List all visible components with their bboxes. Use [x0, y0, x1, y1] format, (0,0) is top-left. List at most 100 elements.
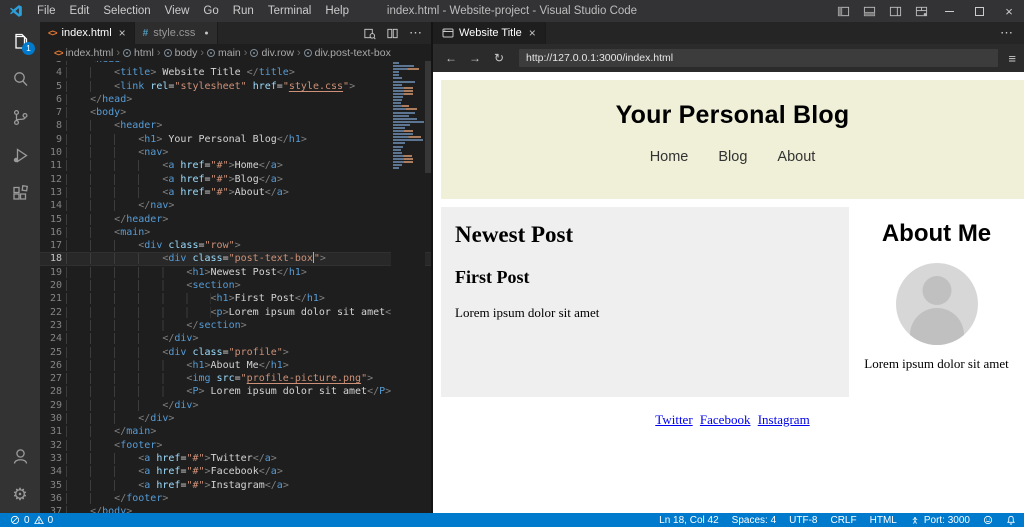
menu-help[interactable]: Help — [318, 5, 356, 17]
code-line-16[interactable]: 16 <main> — [40, 226, 431, 239]
close-window-button[interactable]: × — [994, 0, 1024, 22]
code-line-4[interactable]: 4 <title> Website Title </title> — [40, 66, 431, 79]
toggle-panel-icon[interactable] — [856, 0, 882, 22]
code-line-23[interactable]: 23 </section> — [40, 319, 431, 332]
code-line-11[interactable]: 11 <a href="#">Home</a> — [40, 159, 431, 172]
tab-index-html[interactable]: <> index.html × — [40, 22, 135, 44]
status-spaces-4[interactable]: Spaces: 4 — [732, 515, 776, 526]
sidebar-item-search[interactable] — [0, 60, 40, 98]
code-line-21[interactable]: 21 <h1>First Post</h1> — [40, 292, 431, 305]
code-line-13[interactable]: 13 <a href="#">About</a> — [40, 186, 431, 199]
menu-run[interactable]: Run — [226, 5, 261, 17]
code-line-26[interactable]: 26 <h1>About Me</h1> — [40, 359, 431, 372]
footer-link-twitter[interactable]: Twitter — [655, 412, 692, 427]
status-html[interactable]: HTML — [870, 515, 897, 526]
footer-link-instagram[interactable]: Instagram — [758, 412, 810, 427]
code-line-32[interactable]: 32 <footer> — [40, 439, 431, 452]
code-line-10[interactable]: 10 <nav> — [40, 146, 431, 159]
code-line-30[interactable]: 30 </div> — [40, 412, 431, 425]
menu-go[interactable]: Go — [196, 5, 225, 17]
feedback-icon[interactable] — [983, 515, 993, 525]
code-editor[interactable]: 3 <head>4 <title> Website Title </title>… — [40, 61, 431, 513]
sidebar-item-extensions[interactable] — [0, 174, 40, 212]
breadcrumb-html[interactable]: html — [123, 47, 154, 59]
sidebar-item-run-debug[interactable] — [0, 136, 40, 174]
code-line-25[interactable]: 25 <div class="profile"> — [40, 346, 431, 359]
footer-link-facebook[interactable]: Facebook — [700, 412, 751, 427]
code-line-19[interactable]: 19 <h1>Newest Post</h1> — [40, 266, 431, 279]
reload-icon[interactable]: ↻ — [489, 51, 509, 65]
menu-selection[interactable]: Selection — [96, 5, 157, 17]
minimap-line — [393, 133, 413, 135]
code-line-33[interactable]: 33 <a href="#">Twitter</a> — [40, 452, 431, 465]
breadcrumb-index-html[interactable]: <>index.html — [54, 47, 113, 59]
browser-menu-icon[interactable]: ≡ — [1008, 51, 1016, 66]
close-icon[interactable]: × — [529, 26, 536, 40]
menu-view[interactable]: View — [158, 5, 197, 17]
bell-icon[interactable] — [1006, 515, 1016, 525]
status-port-3000[interactable]: Port: 3000 — [910, 515, 970, 526]
code-line-17[interactable]: 17 <div class="row"> — [40, 239, 431, 252]
menu-terminal[interactable]: Terminal — [261, 5, 318, 17]
code-text: <h1>First Post</h1> — [66, 292, 325, 305]
accounts-button[interactable] — [0, 437, 40, 475]
code-line-22[interactable]: 22 <p>Lorem ipsum dolor sit amet</p> — [40, 306, 431, 319]
open-preview-icon[interactable] — [363, 27, 376, 40]
code-line-31[interactable]: 31 </main> — [40, 425, 431, 438]
toggle-secondary-sidebar-icon[interactable] — [882, 0, 908, 22]
forward-icon[interactable]: → — [465, 51, 485, 65]
page-nav-about[interactable]: About — [777, 149, 815, 165]
customize-layout-icon[interactable] — [908, 0, 934, 22]
tab-style-css[interactable]: # style.css ● — [135, 22, 218, 44]
close-icon[interactable]: × — [119, 26, 126, 40]
menu-edit[interactable]: Edit — [63, 5, 97, 17]
breadcrumb-div-row[interactable]: div.row — [250, 47, 293, 59]
code-line-9[interactable]: 9 <h1> Your Personal Blog</h1> — [40, 133, 431, 146]
back-icon[interactable]: ← — [441, 51, 461, 65]
breadcrumb-div-post-text-box[interactable]: div.post-text-box — [304, 47, 391, 59]
problems-status[interactable]: 0 0 — [10, 515, 53, 526]
settings-button[interactable]: ⚙ — [0, 475, 40, 513]
page-nav-home[interactable]: Home — [650, 149, 689, 165]
code-line-8[interactable]: 8 <header> — [40, 119, 431, 132]
status-ln-18-col-42[interactable]: Ln 18, Col 42 — [659, 515, 719, 526]
symbol-element-icon — [207, 49, 215, 57]
code-line-27[interactable]: 27 <img src="profile-picture.png"> — [40, 372, 431, 385]
code-line-15[interactable]: 15 </header> — [40, 213, 431, 226]
code-line-37[interactable]: 37 </body> — [40, 505, 431, 513]
minimize-button[interactable] — [934, 0, 964, 22]
minimap[interactable] — [391, 61, 425, 513]
more-actions-icon[interactable]: ⋯ — [409, 25, 423, 41]
code-line-28[interactable]: 28 <P> Lorem ipsum dolor sit amet</P> — [40, 385, 431, 398]
code-text: </body> — [66, 505, 132, 513]
code-line-6[interactable]: 6 </head> — [40, 93, 431, 106]
editor-scrollbar[interactable] — [425, 61, 431, 173]
sidebar-item-explorer[interactable]: 1 — [0, 22, 40, 60]
code-line-24[interactable]: 24 </div> — [40, 332, 431, 345]
sidebar-item-source-control[interactable] — [0, 98, 40, 136]
code-line-34[interactable]: 34 <a href="#">Facebook</a> — [40, 465, 431, 478]
code-line-36[interactable]: 36 </footer> — [40, 492, 431, 505]
code-text: </section> — [66, 319, 247, 332]
page-nav-blog[interactable]: Blog — [718, 149, 747, 165]
code-line-7[interactable]: 7 <body> — [40, 106, 431, 119]
modified-dot-icon[interactable]: ● — [204, 30, 208, 37]
code-line-12[interactable]: 12 <a href="#">Blog</a> — [40, 173, 431, 186]
breadcrumb-main[interactable]: main — [207, 47, 241, 59]
toggle-sidebar-icon[interactable] — [830, 0, 856, 22]
breadcrumb-body[interactable]: body — [164, 47, 198, 59]
maximize-button[interactable] — [964, 0, 994, 22]
split-editor-icon[interactable] — [386, 27, 399, 40]
code-line-14[interactable]: 14 </nav> — [40, 199, 431, 212]
code-line-29[interactable]: 29 </div> — [40, 399, 431, 412]
code-line-18[interactable]: 18 <div class="post-text-box"> — [40, 252, 431, 265]
menu-file[interactable]: File — [30, 5, 63, 17]
url-input[interactable] — [519, 49, 998, 67]
status-crlf[interactable]: CRLF — [830, 515, 856, 526]
code-line-20[interactable]: 20 <section> — [40, 279, 431, 292]
code-line-35[interactable]: 35 <a href="#">Instagram</a> — [40, 479, 431, 492]
code-line-5[interactable]: 5 <link rel="stylesheet" href="style.css… — [40, 80, 431, 93]
more-actions-icon[interactable]: ⋯ — [1000, 25, 1024, 41]
status-utf-8[interactable]: UTF-8 — [789, 515, 817, 526]
tab-website-title[interactable]: Website Title × — [433, 22, 546, 44]
